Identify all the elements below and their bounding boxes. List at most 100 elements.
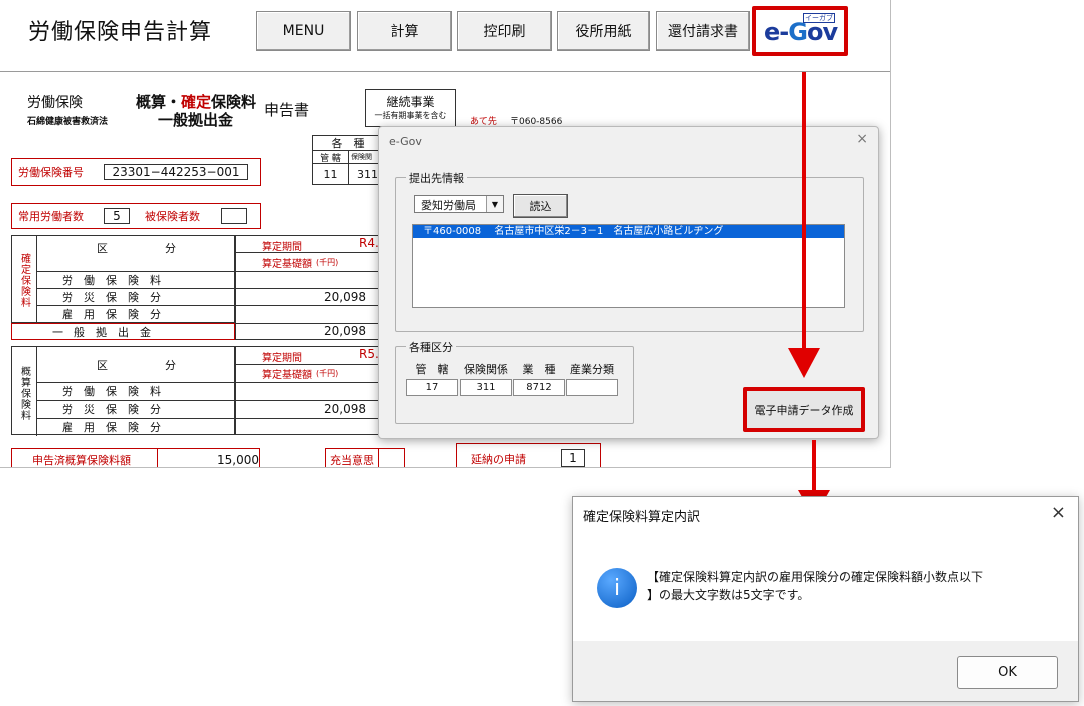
deferred-payment-box: 延納の申請 1 bbox=[456, 443, 601, 467]
deferred-payment-label: 延納の申請 bbox=[471, 453, 526, 466]
calculate-button[interactable]: 計算 bbox=[357, 11, 452, 51]
jurisdiction-header: 管 轄 bbox=[313, 151, 349, 164]
category-group: 各種区分 管 轄 保険関係 業 種 産業分類 17 311 8712 bbox=[395, 339, 634, 424]
message-box-title: 確定保険料算定内訳 bbox=[583, 510, 701, 525]
divider bbox=[157, 449, 158, 467]
divider bbox=[236, 418, 381, 419]
create-application-data-button[interactable]: 電子申請データ作成 bbox=[743, 387, 865, 432]
bureau-select[interactable]: 愛知労働局 ▼ bbox=[414, 195, 504, 213]
base-unit: (千円) bbox=[316, 369, 339, 378]
estimated-amounts: 算定期間 R5. 算定基礎額 (千円) 20,098 bbox=[235, 346, 381, 435]
insurance-relation-header: 保険関係 bbox=[464, 363, 508, 376]
jurisdiction-field[interactable]: 17 bbox=[406, 379, 458, 396]
general-contribution-heading: 一般拠出金 bbox=[158, 111, 234, 129]
continuing-business-box: 継続事業 一括有期事業を含む bbox=[365, 89, 456, 127]
divider bbox=[236, 364, 381, 365]
ok-button[interactable]: OK bbox=[957, 656, 1058, 689]
bun-label: 分 bbox=[165, 242, 176, 255]
continuing-business-label: 継続事業 bbox=[386, 95, 435, 109]
refund-request-button[interactable]: 還付請求書 bbox=[656, 11, 750, 51]
declared-premium-value: 15,000 bbox=[217, 453, 259, 467]
list-item[interactable]: 〒460-0008 名古屋市中区栄2－3－1 名古屋広小路ビルヂング bbox=[413, 225, 844, 238]
divider bbox=[236, 382, 381, 383]
labor-insurance-heading: 労働保険 bbox=[27, 95, 83, 111]
period-value: R5. bbox=[359, 347, 379, 361]
insurance-relation-field[interactable]: 311 bbox=[460, 379, 512, 396]
estimated-vertical-label: 概算保険料 bbox=[18, 365, 30, 421]
chevron-down-icon[interactable]: ▼ bbox=[486, 196, 503, 212]
address-list[interactable]: 〒460-0008 名古屋市中区栄2－3－1 名古屋広小路ビルヂング bbox=[412, 224, 845, 308]
deferred-payment-value: 1 bbox=[561, 449, 585, 467]
divider bbox=[236, 288, 381, 289]
destination-group: 提出先情報 愛知労働局 ▼ 読込 〒460-0008 名古屋市中区栄2－3－1 … bbox=[395, 170, 864, 332]
message-line-1: 【確定保険料算定内訳の雇用保険分の確定保険料額小数点以下 bbox=[647, 570, 984, 584]
confirmed-vertical-label: 確定保険料 bbox=[18, 252, 30, 308]
declared-premium-label: 申告済概算保険料額 bbox=[32, 454, 131, 467]
bun-label: 分 bbox=[165, 359, 176, 372]
destination-group-label: 提出先情報 bbox=[406, 170, 467, 186]
base-label-text: 算定基礎額 bbox=[262, 259, 312, 270]
arrow-shaft bbox=[812, 440, 816, 492]
base-unit: (千円) bbox=[316, 258, 339, 267]
read-button[interactable]: 読込 bbox=[513, 194, 568, 218]
table-row: 労 災 保 険 分 bbox=[62, 403, 161, 416]
estimated-amount-rosai: 20,098 bbox=[324, 402, 366, 416]
base-label: 算定基礎額 (千円) bbox=[262, 255, 338, 270]
close-icon[interactable]: × bbox=[856, 131, 868, 147]
workers-box: 常用労働者数 5 被保険者数 bbox=[11, 203, 261, 229]
divider bbox=[236, 252, 381, 253]
bureau-select-value: 愛知労働局 bbox=[421, 199, 476, 212]
jurisdiction-header: 管 轄 bbox=[415, 363, 449, 376]
egov-kana: イーガブ bbox=[803, 13, 835, 23]
general-contribution-label: 一 般 拠 出 金 bbox=[52, 325, 151, 339]
period-label: 算定期間 bbox=[262, 353, 302, 364]
period-label: 算定期間 bbox=[262, 242, 302, 253]
labor-number-box: 労働保険番号 23301−442253−001 bbox=[11, 158, 261, 186]
labor-number-value: 23301−442253−001 bbox=[104, 164, 248, 180]
egov-logo-e: e- bbox=[764, 18, 789, 46]
general-contribution-row: 一 般 拠 出 金 bbox=[11, 323, 235, 340]
confirmed-amounts: 算定期間 R4. 算定基礎額 (千円) 20,098 20,098 bbox=[235, 235, 381, 340]
message-line-2: 】の最大文字数は5文字です。 bbox=[647, 588, 810, 602]
print-copy-button[interactable]: 控印刷 bbox=[457, 11, 552, 51]
divider bbox=[236, 400, 381, 401]
message-box: 確定保険料算定内訳 × i 【確定保険料算定内訳の雇用保険分の確定保険料額小数点… bbox=[572, 496, 1079, 702]
info-icon: i bbox=[597, 568, 637, 608]
appropriation-box: 充当意思 bbox=[325, 448, 405, 467]
asbestos-heading: 石綿健康被害救済法 bbox=[27, 117, 109, 127]
arrow-shaft bbox=[802, 72, 806, 352]
office-form-button[interactable]: 役所用紙 bbox=[557, 11, 650, 51]
divider bbox=[236, 271, 381, 272]
egov-button[interactable]: e-Gov イーガブ bbox=[752, 6, 848, 56]
table-row: 雇 用 保 険 分 bbox=[62, 308, 161, 321]
divider bbox=[36, 347, 37, 436]
labor-number-label: 労働保険番号 bbox=[18, 166, 84, 179]
estimated-premium-table: 概算保険料 区 分 労 働 保 険 料 労 災 保 険 分 雇 用 保 険 分 bbox=[11, 346, 236, 436]
menu-button[interactable]: MENU bbox=[256, 11, 351, 51]
message-text: 【確定保険料算定内訳の雇用保険分の確定保険料額小数点以下 】の最大文字数は5文字… bbox=[647, 568, 1067, 604]
workers-value: 5 bbox=[104, 208, 130, 224]
industry-class-header: 産業分類 bbox=[570, 363, 614, 376]
workers-label: 常用労働者数 bbox=[18, 210, 84, 223]
industry-class-field[interactable] bbox=[566, 379, 618, 396]
base-label: 算定基礎額 (千円) bbox=[262, 366, 338, 381]
appropriation-label: 充当意思 bbox=[330, 454, 374, 467]
divider bbox=[236, 305, 381, 306]
app-title: 労働保険申告計算 bbox=[28, 20, 213, 45]
divider bbox=[36, 236, 37, 324]
table-row: 労 災 保 険 分 bbox=[62, 291, 161, 304]
industry-header: 業 種 bbox=[522, 363, 556, 376]
close-icon[interactable]: × bbox=[1051, 502, 1066, 523]
insured-value bbox=[221, 208, 247, 224]
table-row: 労 働 保 険 料 bbox=[62, 385, 161, 398]
arrow-down-icon bbox=[788, 348, 820, 378]
confirmed-amount-rosai: 20,098 bbox=[324, 290, 366, 304]
base-label-text: 算定基礎額 bbox=[262, 370, 312, 381]
message-box-footer: OK bbox=[573, 641, 1078, 701]
kubun-label: 区 bbox=[97, 242, 108, 255]
industry-field[interactable]: 8712 bbox=[513, 379, 565, 396]
general-contribution-amount: 20,098 bbox=[324, 324, 366, 338]
dialog-title: e-Gov bbox=[389, 135, 422, 148]
report-heading: 申告書 bbox=[264, 101, 310, 119]
divider bbox=[378, 449, 379, 467]
